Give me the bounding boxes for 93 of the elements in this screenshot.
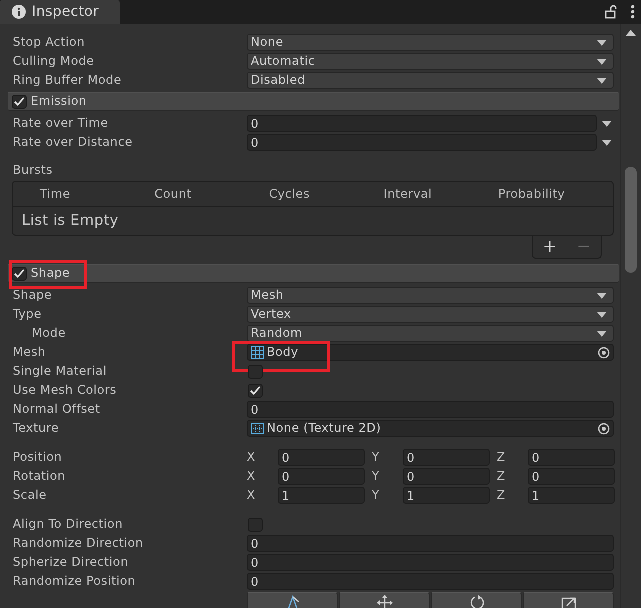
dropdown[interactable]: Disabled <box>247 72 614 89</box>
column-header: Interval <box>384 186 434 202</box>
checkbox[interactable] <box>248 384 263 398</box>
caret-icon[interactable] <box>602 140 612 146</box>
field-label: Mode <box>32 326 67 341</box>
number-field[interactable]: 0 <box>403 449 490 466</box>
field-label: Randomize Position <box>13 574 137 589</box>
axis-label: X <box>247 469 257 484</box>
number-field[interactable]: 0 <box>278 449 365 466</box>
field-label: Type <box>13 307 43 322</box>
caret-icon <box>597 40 607 46</box>
caret-icon[interactable] <box>602 120 612 126</box>
field-label: Shape <box>13 288 54 303</box>
field-label: Rate over Time <box>13 116 110 131</box>
tab-title: Inspector <box>32 4 100 20</box>
section-header[interactable]: Emission <box>8 92 619 111</box>
object-picker-icon[interactable] <box>598 346 610 358</box>
column-header: Cycles <box>269 186 312 202</box>
field-label: Ring Buffer Mode <box>13 73 123 88</box>
mesh-grid-icon <box>251 346 264 359</box>
field-label: Mesh <box>13 345 47 360</box>
lock-icon[interactable] <box>605 5 617 19</box>
column-header: Probability <box>498 186 566 202</box>
field-label: Texture <box>13 421 60 436</box>
column-header: Count <box>154 186 193 202</box>
number-field[interactable]: 0 <box>403 468 490 485</box>
number-field[interactable]: 0 <box>247 401 614 418</box>
axis-label: X <box>247 488 257 503</box>
section-title: Shape <box>31 266 70 281</box>
move-arrows-icon <box>376 595 392 608</box>
field-label: Culling Mode <box>13 54 96 69</box>
field-label: Use Mesh Colors <box>13 383 118 398</box>
field-label: Single Material <box>13 364 108 379</box>
checkmark-icon <box>14 269 25 278</box>
dropdown[interactable]: Automatic <box>247 53 614 70</box>
number-field[interactable]: 0 <box>247 554 614 571</box>
field-label: Rate over Distance <box>13 135 134 150</box>
caret-icon <box>597 312 607 318</box>
axis-label: Y <box>372 488 381 503</box>
checkmark-icon <box>14 97 25 106</box>
object-field[interactable]: None (Texture 2D) <box>247 420 614 437</box>
inspector-tab[interactable]: Inspector <box>0 0 120 24</box>
object-picker-icon[interactable] <box>598 422 610 434</box>
caret-icon <box>597 78 607 84</box>
number-field[interactable]: 1 <box>528 487 615 504</box>
checkbox[interactable] <box>248 364 263 378</box>
scroll-up-icon[interactable] <box>626 30 636 36</box>
number-field[interactable]: 0 <box>278 468 365 485</box>
field-label: Position <box>13 450 64 465</box>
list-label: Bursts <box>12 163 54 179</box>
object-field[interactable]: Body <box>247 344 614 361</box>
column-header: Time <box>40 186 72 202</box>
number-field[interactable]: 0 <box>247 535 614 552</box>
axis-label: Z <box>497 450 507 465</box>
caret-icon <box>597 330 607 336</box>
section-title: Emission <box>31 94 87 109</box>
axis-label: Z <box>497 469 507 484</box>
field-label: Spherize Direction <box>13 555 130 570</box>
number-field[interactable]: 1 <box>403 487 490 504</box>
scale-icon <box>560 595 576 608</box>
dropdown[interactable]: Vertex <box>247 306 614 323</box>
field-label: Randomize Direction <box>13 536 144 551</box>
caret-icon <box>597 58 607 64</box>
axis-label: Y <box>372 469 381 484</box>
axis-label: X <box>247 450 257 465</box>
checkbox[interactable] <box>12 94 27 108</box>
field-label: Normal Offset <box>13 402 102 417</box>
caret-icon <box>597 292 607 298</box>
scrollbar-thumb[interactable] <box>625 167 637 273</box>
checkmark-icon <box>250 386 261 395</box>
empty-list-message: List is Empty <box>21 212 120 230</box>
dropdown[interactable]: Random <box>247 325 614 342</box>
dropdown[interactable]: Mesh <box>247 287 614 304</box>
field-label: Scale <box>13 488 48 503</box>
field-label: Stop Action <box>13 35 86 50</box>
number-field[interactable]: 0 <box>528 468 615 485</box>
axis-label: Z <box>497 488 507 503</box>
number-field[interactable]: 0 <box>247 115 597 132</box>
more-menu-icon[interactable] <box>631 5 635 19</box>
number-field[interactable]: 0 <box>528 449 615 466</box>
rotate-icon <box>468 595 484 608</box>
add-button[interactable]: + <box>538 238 562 256</box>
checkbox[interactable] <box>12 266 27 280</box>
texture-icon <box>251 423 264 434</box>
number-field[interactable]: 0 <box>247 573 614 590</box>
section-header[interactable]: Shape <box>8 264 619 283</box>
info-icon <box>12 5 26 19</box>
number-field[interactable]: 0 <box>247 134 597 151</box>
dropdown[interactable]: None <box>247 34 614 51</box>
field-label: Align To Direction <box>13 517 124 532</box>
number-field[interactable]: 1 <box>278 487 365 504</box>
axis-label: Y <box>372 450 381 465</box>
field-label: Rotation <box>13 469 67 484</box>
